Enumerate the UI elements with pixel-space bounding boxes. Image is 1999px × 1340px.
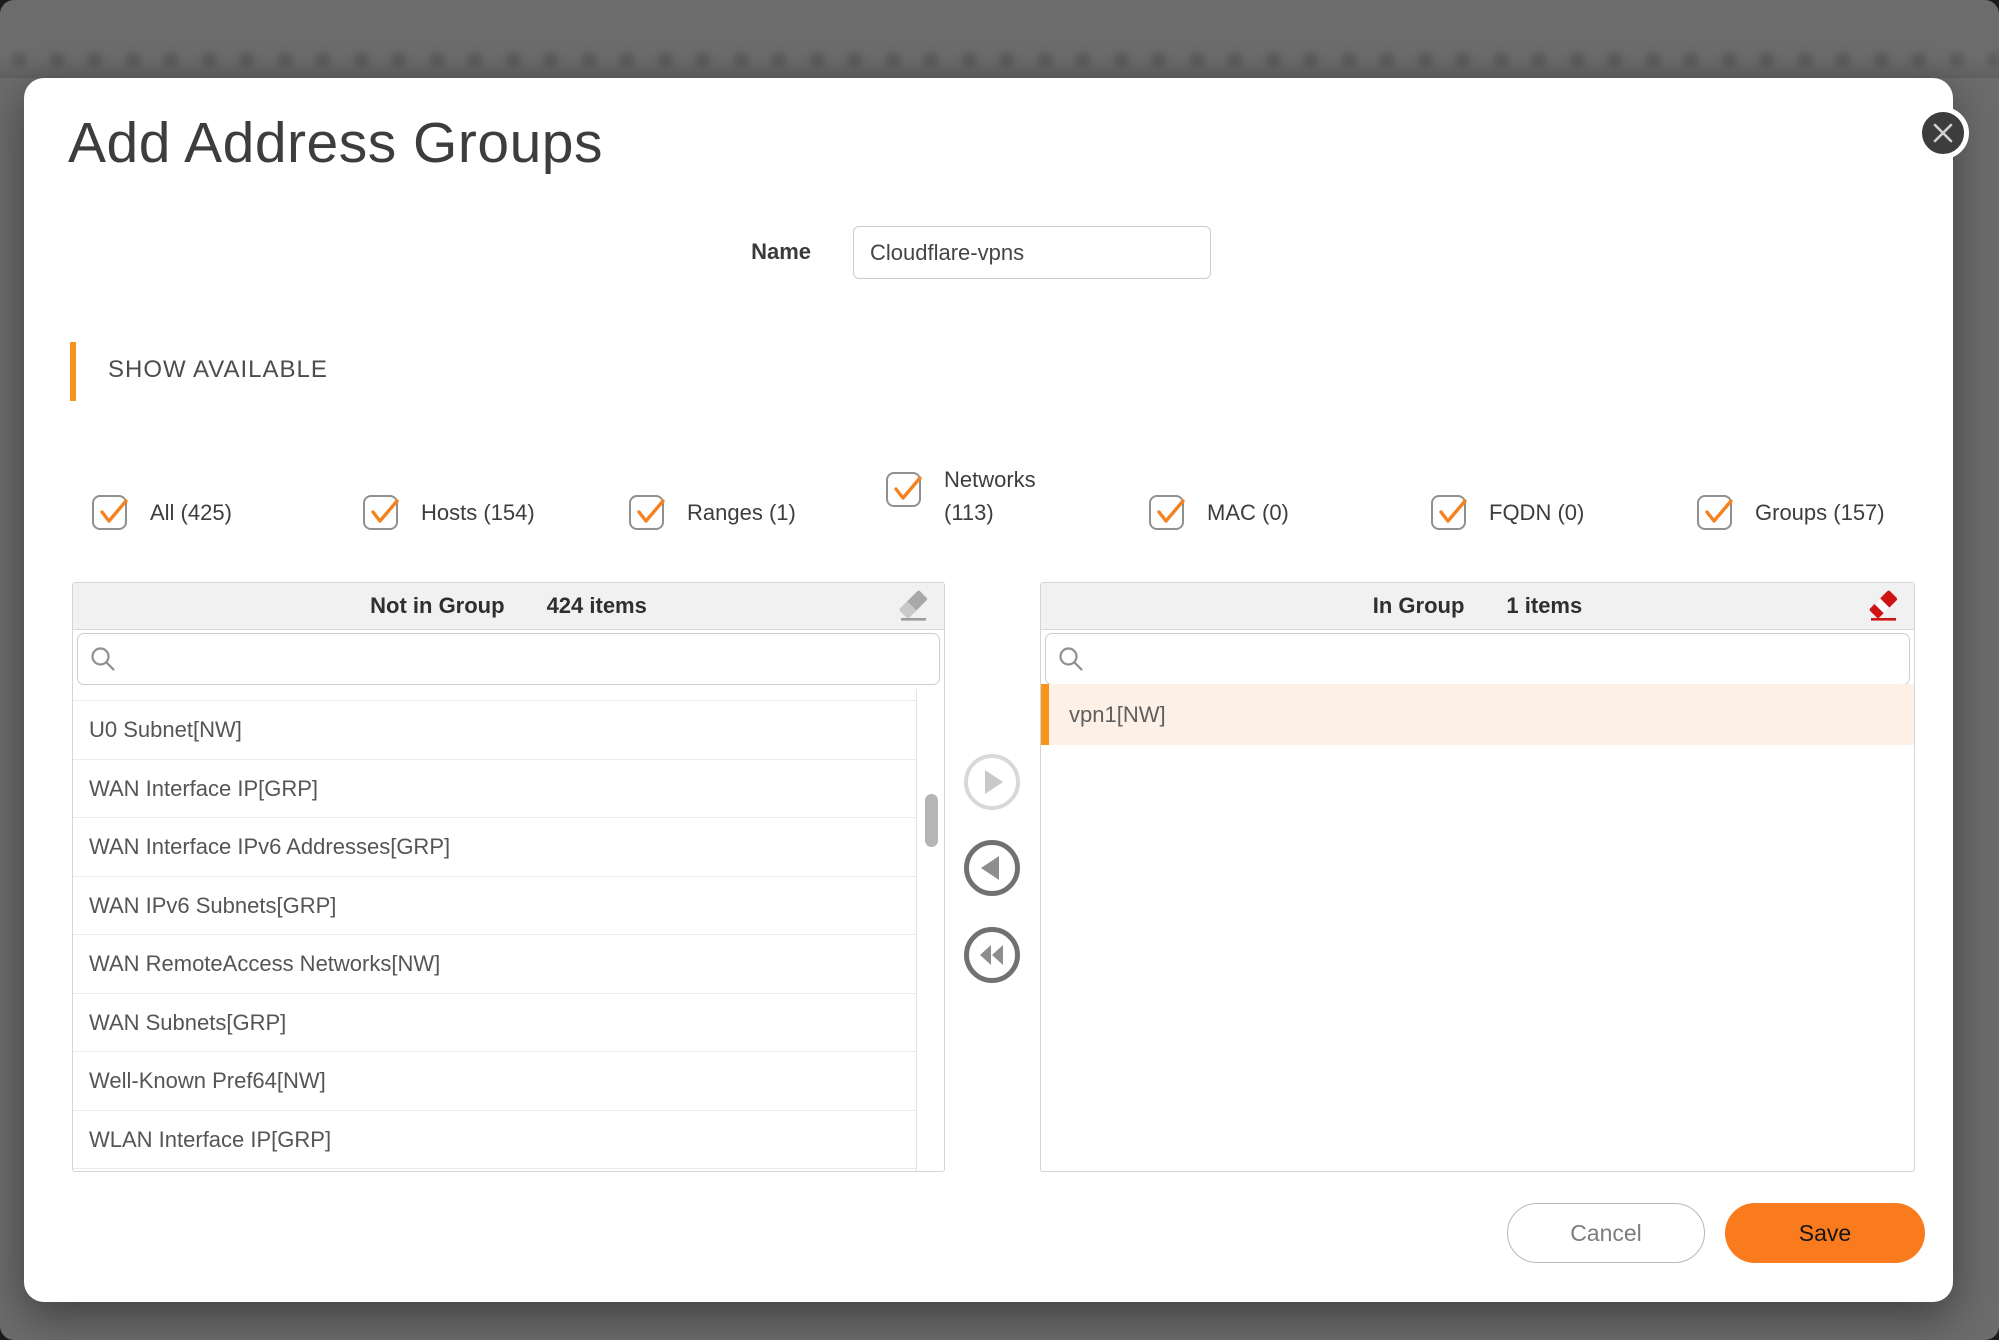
name-label: Name	[641, 239, 811, 265]
eraser-red-icon	[1867, 589, 1899, 625]
filter-label: MAC (0)	[1207, 499, 1289, 527]
checkbox-groups[interactable]	[1697, 495, 1732, 530]
checkbox-fqdn[interactable]	[1431, 495, 1466, 530]
panel-count: 424 items	[547, 593, 647, 619]
not-in-group-search-input[interactable]	[122, 634, 931, 686]
list-item-selected[interactable]: vpn1[NW]	[1041, 684, 1914, 745]
panel-title: In Group	[1373, 593, 1465, 619]
list-item[interactable]: WAN RemoteAccess Networks[NW]	[73, 935, 916, 994]
list-item-partial	[73, 689, 916, 701]
background-shade	[0, 58, 1999, 78]
not-in-group-search	[77, 633, 940, 685]
list-item[interactable]: U0 Subnet[NW]	[73, 701, 916, 760]
filter-label: Ranges (1)	[687, 499, 796, 527]
arrow-left-icon	[969, 845, 1015, 891]
clear-in-group-button[interactable]	[1866, 589, 1900, 625]
move-left-button[interactable]	[964, 840, 1020, 896]
not-in-group-panel: Not in Group 424 items	[72, 582, 945, 1172]
list-item[interactable]: WAN IPv6 Subnets[GRP]	[73, 877, 916, 936]
double-arrow-left-icon	[969, 932, 1015, 978]
check-icon	[366, 494, 401, 529]
move-all-left-button[interactable]	[964, 927, 1020, 983]
panel-count: 1 items	[1506, 593, 1582, 619]
cancel-button[interactable]: Cancel	[1507, 1203, 1705, 1263]
filter-label: FQDN (0)	[1489, 499, 1584, 527]
filter-label: All (425)	[150, 499, 232, 527]
scrollbar-thumb[interactable]	[925, 794, 938, 847]
check-icon	[95, 494, 130, 529]
page-title: Add Address Groups	[68, 110, 603, 176]
add-address-groups-modal: Add Address Groups Name SHOW AVAILABLE A…	[24, 78, 1953, 1302]
in-group-search	[1045, 633, 1910, 685]
list-item[interactable]: WAN Interface IP[GRP]	[73, 760, 916, 819]
close-button[interactable]	[1917, 107, 1969, 159]
filter-label: Groups (157)	[1755, 499, 1885, 527]
filter-label: Networks(113)	[944, 463, 1036, 529]
section-accent-bar	[70, 342, 76, 401]
section-header: SHOW AVAILABLE	[108, 356, 328, 384]
in-group-header: In Group 1 items	[1041, 583, 1914, 630]
check-icon	[889, 471, 924, 506]
checkbox-networks[interactable]	[886, 472, 921, 507]
scrollbar-track	[916, 689, 917, 1171]
in-group-search-input[interactable]	[1090, 634, 1901, 686]
list-item[interactable]: WAN Interface IPv6 Addresses[GRP]	[73, 818, 916, 877]
name-input[interactable]	[853, 226, 1211, 279]
check-icon	[632, 494, 667, 529]
list-item[interactable]: Well-Known Pref64[NW]	[73, 1052, 916, 1111]
eraser-icon	[897, 589, 929, 625]
check-icon	[1152, 494, 1187, 529]
not-in-group-list: U0 Subnet[NW] WAN Interface IP[GRP] WAN …	[73, 689, 944, 1171]
save-button[interactable]: Save	[1725, 1203, 1925, 1263]
panel-title: Not in Group	[370, 593, 504, 619]
close-icon	[1922, 112, 1964, 154]
move-right-button[interactable]	[964, 754, 1020, 810]
in-group-panel: In Group 1 items vpn1[NW]	[1040, 582, 1915, 1172]
checkbox-ranges[interactable]	[629, 495, 664, 530]
check-icon	[1434, 494, 1469, 529]
not-in-group-header: Not in Group 424 items	[73, 583, 944, 630]
search-icon	[90, 646, 116, 672]
checkbox-mac[interactable]	[1149, 495, 1184, 530]
list-item[interactable]: WLAN Interface IP[GRP]	[73, 1111, 916, 1170]
list-item[interactable]: WAN Subnets[GRP]	[73, 994, 916, 1053]
search-icon	[1058, 646, 1084, 672]
clear-not-in-group-button[interactable]	[896, 589, 930, 625]
check-icon	[1700, 494, 1735, 529]
checkbox-all[interactable]	[92, 495, 127, 530]
checkbox-hosts[interactable]	[363, 495, 398, 530]
arrow-right-icon	[969, 759, 1015, 805]
filter-label: Hosts (154)	[421, 499, 535, 527]
overlay-background: Add Address Groups Name SHOW AVAILABLE A…	[0, 0, 1999, 1340]
